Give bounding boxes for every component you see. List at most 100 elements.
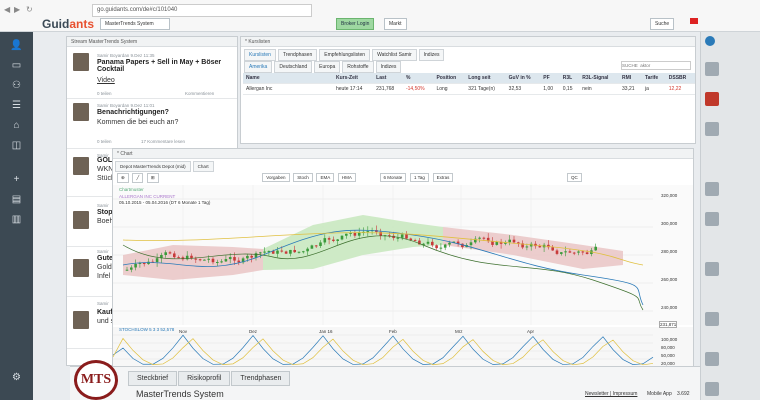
avatar[interactable] [73, 211, 89, 229]
list-item[interactable]: Samir Boyardan 9.Dez 11:01 Benachrichtig… [67, 99, 237, 149]
period-select[interactable]: 6 Monate [379, 173, 407, 182]
tab-steckbrief[interactable]: Steckbrief [128, 371, 178, 386]
table-cell: 0,15 [559, 83, 580, 95]
ema-button[interactable]: EMA [316, 173, 335, 182]
search-button[interactable]: Suche [650, 18, 675, 30]
reload-icon[interactable]: ↻ [26, 5, 33, 14]
column-header[interactable]: DSSBR [665, 73, 695, 84]
avatar[interactable] [705, 122, 719, 136]
extras-button[interactable]: Extras [432, 173, 454, 182]
db-icon[interactable]: ◫ [0, 136, 33, 156]
column-header[interactable]: Tarife [641, 73, 666, 84]
tab-rohstoffe[interactable]: Rohstoffe [342, 61, 374, 73]
tab-trendphasen-bottom[interactable]: Trendphasen [231, 371, 291, 386]
tab-europa[interactable]: Europa [314, 61, 341, 73]
tab-risikoprofil[interactable]: Risikoprofil [178, 371, 231, 386]
chart-tool-icon[interactable]: ╱ [132, 173, 144, 183]
hma-button[interactable]: HMA [337, 173, 356, 182]
tab-empfehlungslisten[interactable]: Empfehlungslisten [319, 49, 371, 61]
avatar[interactable] [73, 53, 89, 71]
tab-trendphasen[interactable]: Trendphasen [277, 49, 318, 61]
qc-button[interactable]: QC [567, 173, 582, 182]
avatar[interactable] [705, 62, 719, 76]
avatar[interactable] [73, 311, 89, 329]
candle-body [259, 252, 262, 254]
notification-badge[interactable] [705, 36, 715, 46]
share-link[interactable]: 0 teilen [97, 139, 112, 144]
tab-watchlist[interactable]: Watchlist Samir [372, 49, 417, 61]
avatar[interactable] [705, 382, 719, 396]
avatar[interactable] [705, 212, 719, 226]
monitor-icon[interactable]: ▭ [0, 56, 33, 76]
users-icon[interactable]: ⚇ [0, 76, 33, 96]
forward-icon[interactable]: ▶ [14, 5, 20, 14]
feed-author[interactable]: Samir [97, 301, 109, 306]
column-header[interactable]: PF [540, 73, 560, 84]
broker-login-button[interactable]: Broker Login [336, 18, 375, 30]
column-header[interactable]: R3L-Signal [579, 73, 620, 84]
stoch-button[interactable]: Stoch [293, 173, 313, 182]
avatar[interactable]: 👤 [0, 36, 33, 56]
app-icon[interactable] [705, 92, 719, 106]
column-header[interactable]: R3L [559, 73, 580, 84]
tab-amerika[interactable]: Amerika [244, 61, 273, 73]
add-icon[interactable]: + [0, 170, 33, 190]
kurslisten-search-input[interactable] [621, 61, 691, 70]
avatar[interactable] [73, 103, 89, 121]
candle-body [254, 253, 258, 258]
avatar[interactable] [705, 352, 719, 366]
column-header[interactable]: Position [433, 73, 466, 84]
list-item[interactable]: Samir Boyardan 9.Dez 11:35 Panama Papers… [67, 49, 237, 99]
stream-icon[interactable]: ☰ [0, 96, 33, 116]
share-link[interactable]: 0 teilen [97, 91, 112, 96]
tab-kurslisten[interactable]: Kurslisten [244, 49, 276, 61]
tab-indizes[interactable]: Indizes [418, 49, 445, 61]
tab-indizes-sub[interactable]: Indizes [375, 61, 402, 73]
interval-select[interactable]: 1 Tag [409, 173, 429, 182]
feed-title[interactable]: Benachrichtigungen? [97, 109, 169, 116]
markt-button[interactable]: Markt [384, 18, 407, 30]
vorgaben-button[interactable]: Vorgaben [262, 173, 290, 182]
folder-open-icon[interactable]: ▥ [0, 210, 33, 230]
feed-author[interactable]: Samir Boyardan 9.Dez 11:01 [97, 103, 154, 108]
folder-icon[interactable]: ▤ [0, 190, 33, 210]
avatar[interactable] [705, 262, 719, 276]
gear-icon[interactable]: ⚙ [0, 368, 33, 388]
avatar[interactable] [705, 182, 719, 196]
column-header[interactable]: GuV in % [505, 73, 541, 84]
date-tick: Feb [389, 329, 397, 334]
feed-author[interactable]: Samir Boyardan 9.Dez 11:35 [97, 53, 154, 58]
newsletter-link[interactable]: Newsletter | Impressum [585, 391, 637, 397]
feed-title[interactable]: Panama Papers + Sell in May + Böser Cock… [97, 59, 233, 73]
column-header[interactable]: Name [243, 73, 333, 84]
chart-tool-icon[interactable]: ⊕ [117, 173, 129, 183]
comment-link[interactable]: Kommentieren [185, 91, 214, 96]
back-icon[interactable]: ◀ [4, 5, 10, 14]
address-bar[interactable]: go.guidants.com/de#c/101040 [92, 4, 312, 17]
chart-header[interactable]: * Chart [113, 149, 693, 159]
column-header[interactable]: % [402, 73, 434, 84]
comment-link[interactable]: 17 Kommentare lesen [141, 139, 185, 144]
tab-deutschland[interactable]: Deutschland [274, 61, 313, 73]
column-header[interactable]: RMI [619, 73, 642, 84]
avatar[interactable] [705, 312, 719, 326]
chart-info-line: Chartmuster [119, 187, 144, 192]
feed-author[interactable]: Samir [97, 249, 109, 254]
chart-canvas[interactable] [113, 185, 693, 377]
avatar[interactable] [73, 157, 89, 175]
flag-icon[interactable] [690, 18, 698, 24]
column-header[interactable]: Last [373, 73, 403, 84]
column-header[interactable]: Kurs-Zeit [333, 73, 374, 84]
basket-icon[interactable]: ⌂ [0, 116, 33, 136]
column-header[interactable]: Long seit [465, 73, 506, 84]
table-row[interactable]: Allergan Inc heute 17:14 231,768 -14,50%… [243, 83, 695, 95]
chart-tool-icon[interactable]: ⊞ [146, 173, 159, 183]
guidants-logo[interactable]: Guidants [42, 17, 94, 31]
mobile-app-link[interactable]: Mobile App [647, 391, 672, 397]
workspace-select[interactable]: MasterTrends System [100, 18, 170, 30]
feed-author[interactable]: Samir [97, 203, 109, 208]
tab-depot[interactable]: Depot MasterTrends Depot (mid) [115, 161, 191, 172]
avatar[interactable] [73, 259, 89, 277]
video-link[interactable]: Video [97, 77, 115, 84]
tab-chart[interactable]: Chart [192, 161, 214, 172]
